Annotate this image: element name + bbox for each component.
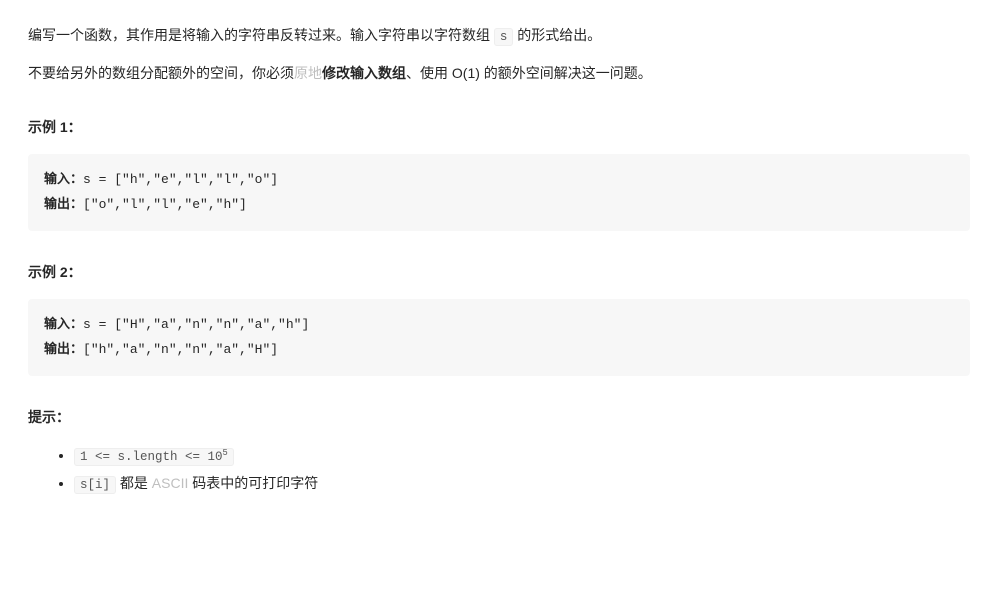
input-value: s = ["H","a","n","n","a","h"] — [83, 317, 309, 332]
intro-text: 的形式给出。 — [513, 27, 601, 43]
output-value: ["o","l","l","e","h"] — [83, 197, 247, 212]
input-label: 输入： — [44, 317, 83, 332]
hints-heading: 提示： — [28, 406, 970, 430]
intro-line-2: 不要给另外的数组分配额外的空间，你必须原地修改输入数组、使用 O(1) 的额外空… — [28, 62, 970, 86]
output-label: 输出： — [44, 197, 83, 212]
input-value: s = ["h","e","l","l","o"] — [83, 172, 278, 187]
inline-code-si: s[i] — [74, 476, 116, 494]
example-1-heading: 示例 1： — [28, 116, 970, 140]
intro-text: 不要给另外的数组分配额外的空间，你必须 — [28, 65, 294, 81]
constraint-text: 都是 — [116, 475, 152, 491]
example-2-heading: 示例 2： — [28, 261, 970, 285]
output-value: ["h","a","n","n","a","H"] — [83, 342, 278, 357]
intro-text: 、使用 O(1) 的额外空间解决这一问题。 — [406, 65, 652, 81]
problem-description: 编写一个函数，其作用是将输入的字符串反转过来。输入字符串以字符数组 s 的形式给… — [0, 0, 998, 525]
inline-code-s: s — [494, 28, 514, 46]
intro-line-1: 编写一个函数，其作用是将输入的字符串反转过来。输入字符串以字符数组 s 的形式给… — [28, 24, 970, 48]
output-label: 输出： — [44, 342, 83, 357]
example-2-block: 输入：s = ["H","a","n","n","a","h"] 输出：["h"… — [28, 299, 970, 376]
example-1-block: 输入：s = ["h","e","l","l","o"] 输出：["o","l"… — [28, 154, 970, 231]
constraints-list: 1 <= s.length <= 105 s[i] 都是 ASCII 码表中的可… — [28, 444, 970, 497]
constraint-item: s[i] 都是 ASCII 码表中的可打印字符 — [74, 472, 970, 496]
intro-text: 编写一个函数，其作用是将输入的字符串反转过来。输入字符串以字符数组 — [28, 27, 494, 43]
input-label: 输入： — [44, 172, 83, 187]
ascii-text: ASCII — [152, 475, 189, 491]
inline-code-constraint: 1 <= s.length <= 105 — [74, 448, 234, 466]
constraint-text: 1 <= s.length <= 10 — [80, 450, 223, 464]
constraint-item: 1 <= s.length <= 105 — [74, 444, 970, 468]
in-place-link[interactable]: 原地 — [294, 65, 322, 81]
constraint-sup: 5 — [223, 448, 228, 458]
constraint-text: 码表中的可打印字符 — [188, 475, 318, 491]
intro-bold: 修改输入数组 — [322, 65, 406, 81]
